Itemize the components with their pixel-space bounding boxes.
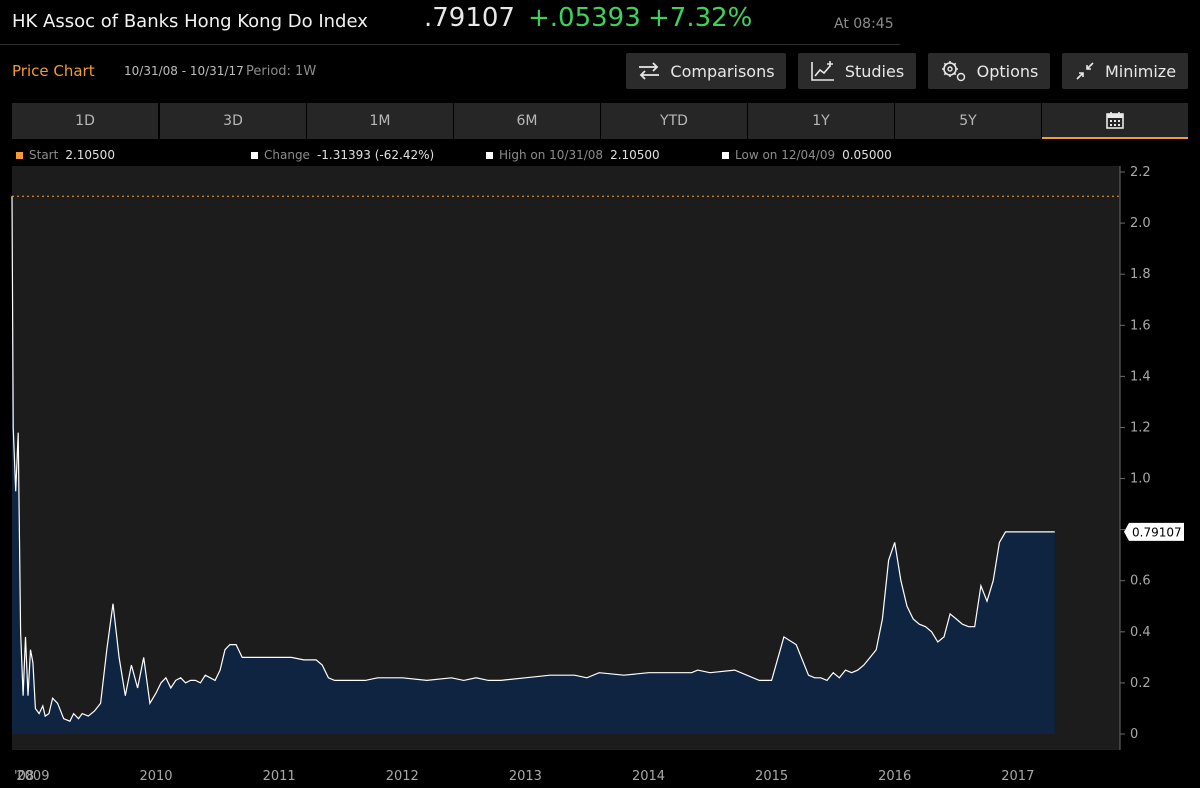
y-tick-label-0: 0: [1130, 727, 1138, 742]
low-swatch: [722, 151, 729, 159]
options-button[interactable]: Options: [928, 53, 1050, 89]
tab-5y[interactable]: 5Y: [895, 103, 1041, 139]
tab-1y[interactable]: 1Y: [748, 103, 894, 139]
change-value: -1.31393 (-62.42%): [316, 148, 435, 162]
percent-change: +7.32%: [648, 3, 753, 33]
low-value: 0.05000: [842, 148, 892, 162]
stat-low: Low on 12/04/09 0.05000: [722, 148, 892, 162]
net-change: +.05393: [528, 3, 641, 33]
y-tick-label-5: 1.0: [1130, 472, 1151, 487]
calendar-icon: [1106, 112, 1124, 129]
y-tick-label-9: 1.8: [1130, 267, 1151, 282]
minimize-arrows-icon: [1076, 62, 1094, 80]
low-label: Low on 12/04/09: [735, 148, 836, 162]
y-tick-label-2: 0.4: [1130, 625, 1151, 640]
x-tick-label-2: 2010: [139, 769, 172, 784]
comparisons-label: Comparisons: [670, 61, 775, 81]
quote-header: HK Assoc of Banks Hong Kong Do Index .79…: [0, 0, 900, 45]
high-swatch: [486, 151, 493, 159]
high-value: 2.10500: [610, 148, 660, 162]
y-tick-label-6: 1.2: [1130, 420, 1151, 435]
price-chart[interactable]: 00.20.40.60.81.01.21.41.61.82.02.2'08200…: [0, 166, 1200, 788]
tab-ytd[interactable]: YTD: [601, 103, 747, 139]
y-tick-label-8: 1.6: [1130, 318, 1151, 333]
gears-icon: [941, 61, 965, 82]
tab-1m[interactable]: 1M: [307, 103, 453, 139]
y-tick-label-10: 2.0: [1130, 216, 1151, 231]
quote-time: At 08:45: [834, 16, 894, 32]
x-tick-label-5: 2013: [509, 769, 542, 784]
chart-stats: Start 2.10500 Change -1.31393 (-62.42%) …: [0, 146, 1200, 166]
minimize-label: Minimize: [1104, 61, 1177, 81]
security-title: HK Assoc of Banks Hong Kong Do Index: [12, 11, 368, 32]
tab-1d[interactable]: 1D: [12, 103, 158, 139]
studies-button[interactable]: Studies: [798, 53, 916, 89]
section-title: Price Chart: [12, 62, 95, 80]
tab-6m[interactable]: 6M: [454, 103, 600, 139]
swap-arrows-icon: [639, 62, 660, 80]
last-value-marker: 0.79107: [1124, 522, 1184, 541]
x-tick-label-6: 2014: [632, 769, 665, 784]
y-tick-label-7: 1.4: [1130, 369, 1151, 384]
last-price: .79107: [424, 3, 515, 33]
start-swatch: [16, 151, 23, 159]
x-tick-label-4: 2012: [386, 769, 419, 784]
x-tick-label-1: 2009: [16, 769, 49, 784]
tab-custom-range[interactable]: [1042, 103, 1188, 139]
studies-label: Studies: [844, 61, 905, 81]
minimize-button[interactable]: Minimize: [1062, 53, 1188, 89]
x-tick-label-8: 2016: [878, 769, 911, 784]
change-label: Change: [264, 148, 310, 162]
line-chart-plus-icon: [811, 61, 834, 81]
start-value: 2.10500: [65, 148, 115, 162]
start-label: Start: [29, 148, 59, 162]
y-tick-label-11: 2.2: [1130, 166, 1151, 180]
tab-3d[interactable]: 3D: [160, 103, 306, 139]
x-tick-label-7: 2015: [755, 769, 788, 784]
x-tick-label-3: 2011: [263, 769, 296, 784]
y-tick-label-1: 0.2: [1130, 676, 1151, 691]
high-label: High on 10/31/08: [499, 148, 604, 162]
x-tick-label-9: 2017: [1001, 769, 1034, 784]
stat-start: Start 2.10500: [16, 148, 115, 162]
stat-high: High on 10/31/08 2.10500: [486, 148, 660, 162]
y-tick-label-3: 0.6: [1130, 574, 1151, 589]
comparisons-button[interactable]: Comparisons: [626, 53, 786, 89]
chart-toolbar: Price Chart 10/31/08 - 10/31/17 Period: …: [0, 50, 1200, 94]
last-value-label: 0.79107: [1132, 525, 1182, 539]
change-swatch: [251, 151, 258, 159]
date-range: 10/31/08 - 10/31/17: [124, 64, 244, 78]
stat-change: Change -1.31393 (-62.42%): [251, 148, 434, 162]
options-label: Options: [976, 61, 1039, 81]
period-label: Period: 1W: [246, 64, 317, 79]
